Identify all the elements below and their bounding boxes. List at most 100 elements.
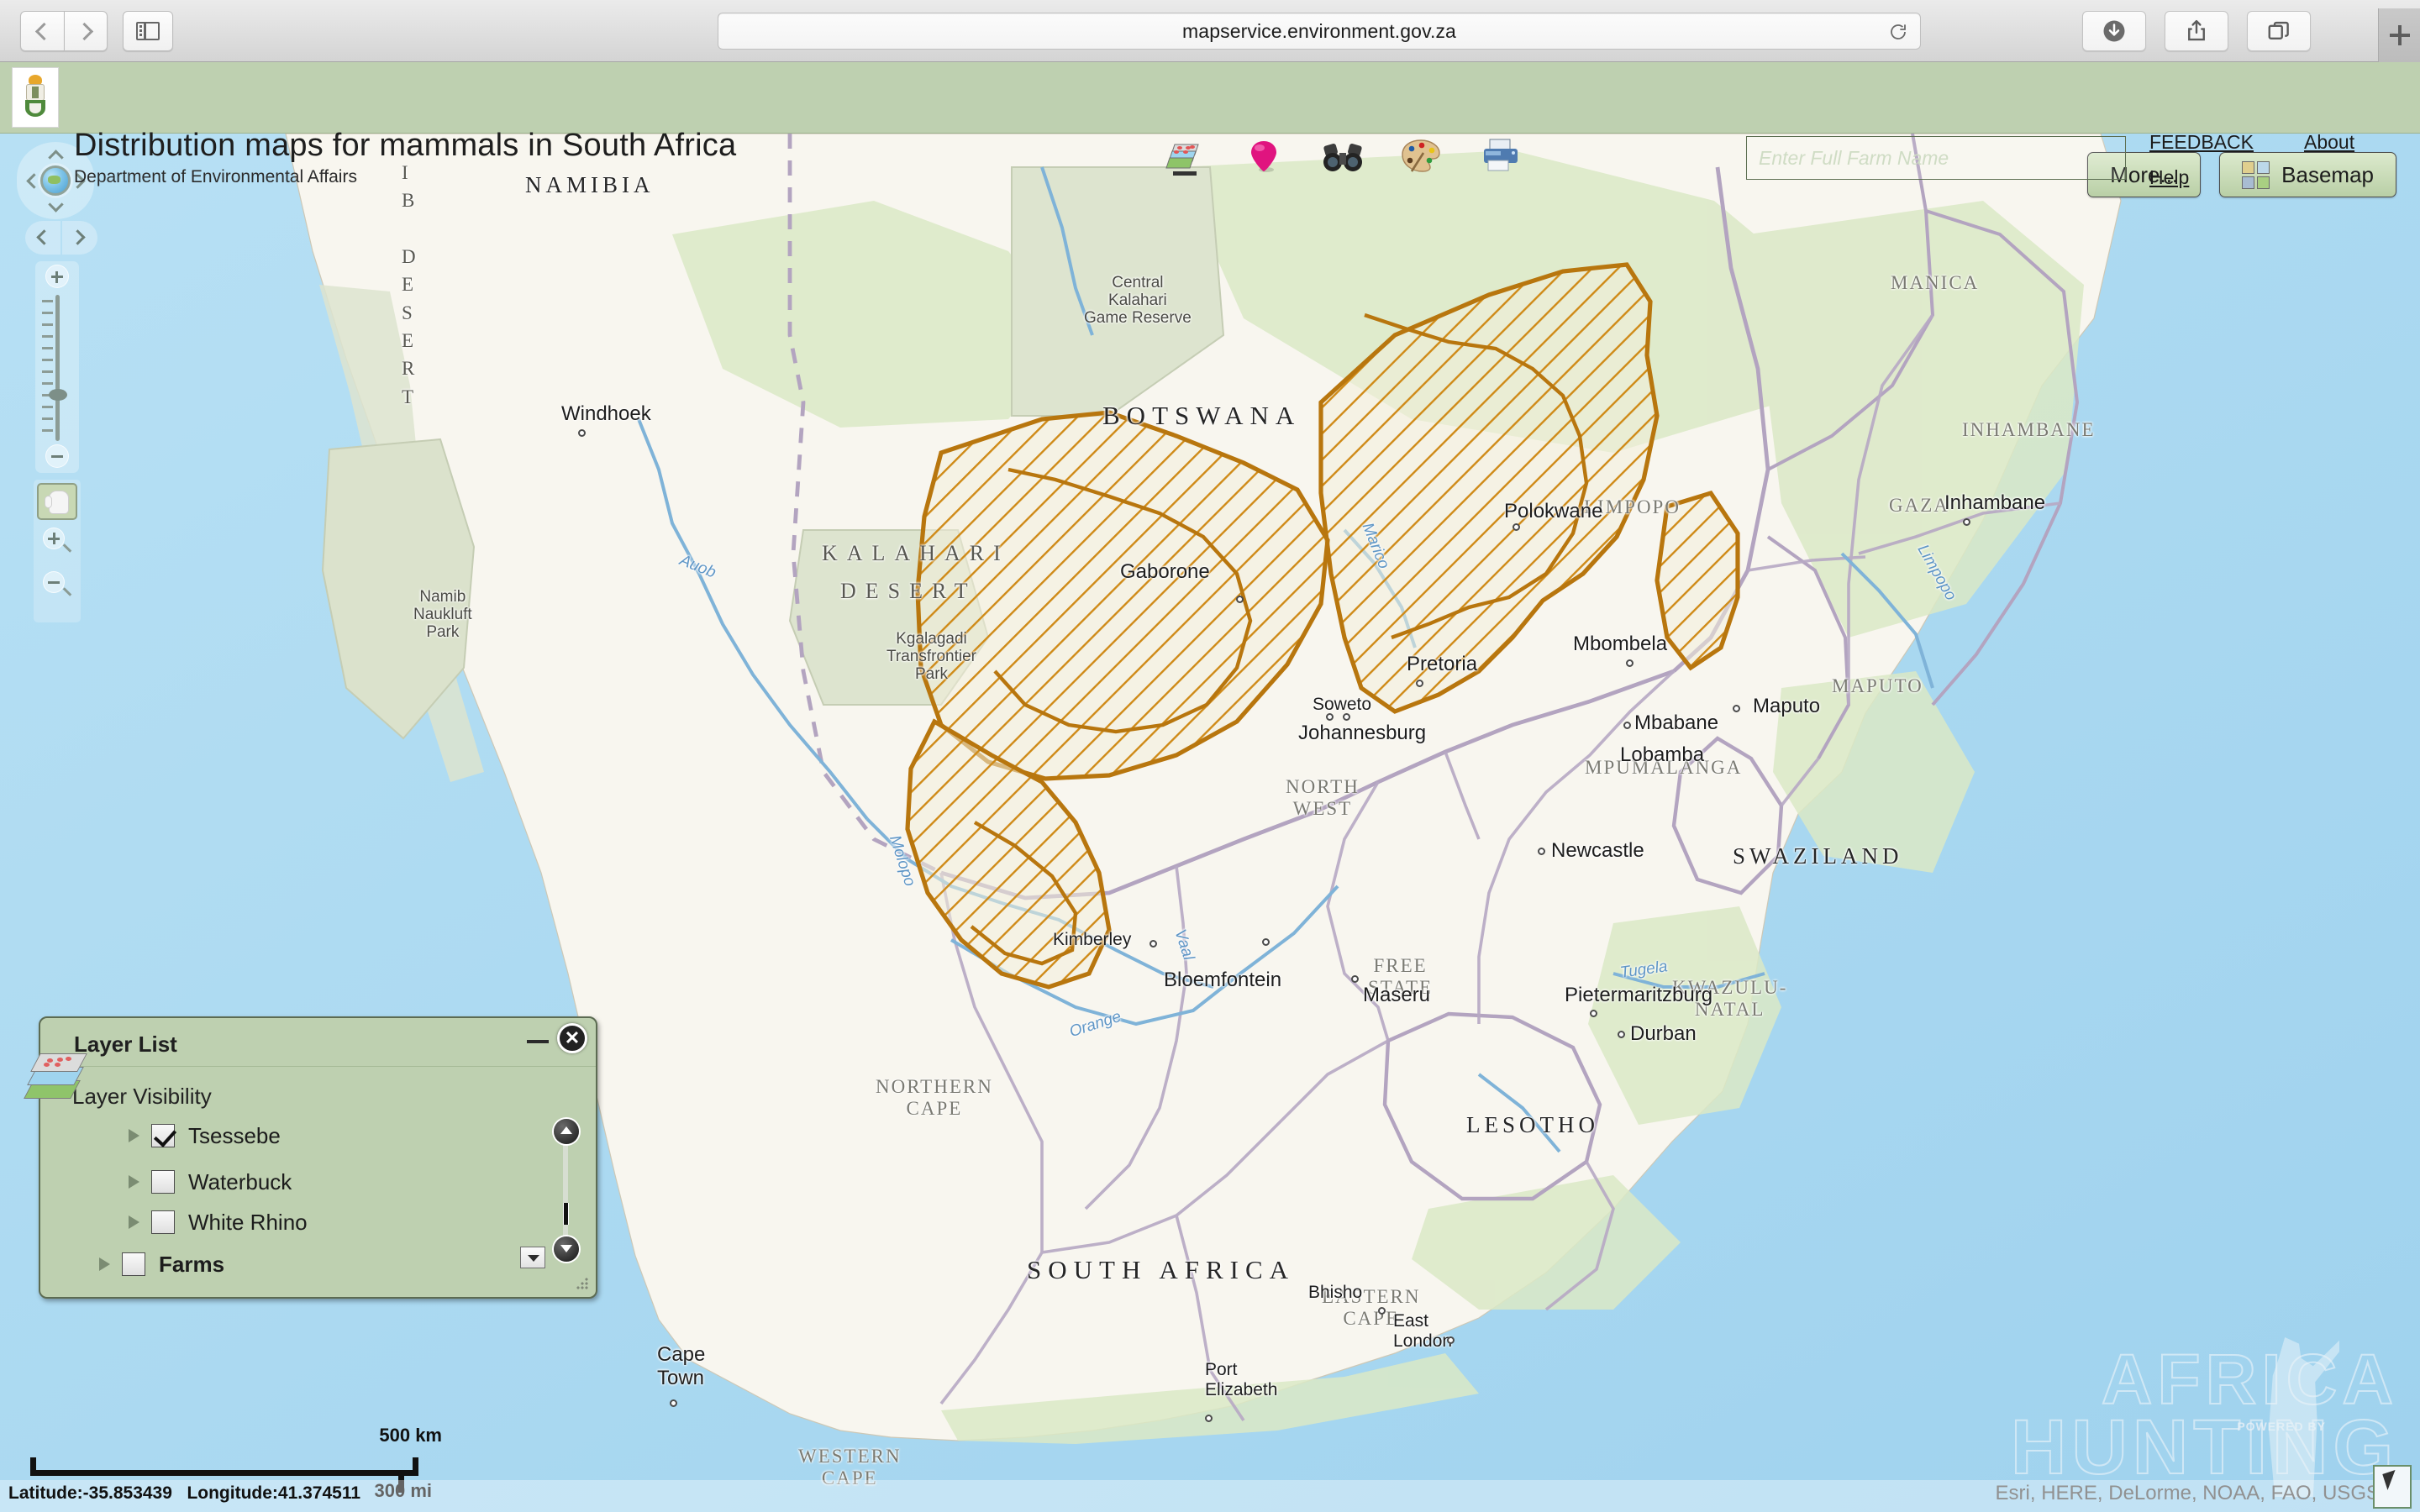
- layers-icon: [1165, 144, 1199, 176]
- header-toolbar: [1161, 134, 1524, 176]
- chevron-right-icon: [75, 22, 93, 40]
- panel-resize-handle[interactable]: [576, 1277, 589, 1290]
- downloads-button[interactable]: [2082, 11, 2146, 51]
- map-tool-stack: [34, 480, 81, 622]
- pan-left-icon[interactable]: [26, 173, 42, 189]
- pan-up-icon[interactable]: [48, 150, 64, 165]
- layer-list-scrollbar[interactable]: [554, 1119, 579, 1262]
- layer-row-waterbuck[interactable]: Waterbuck: [129, 1164, 292, 1200]
- next-extent-button[interactable]: [62, 221, 97, 255]
- chevron-left-icon: [34, 22, 54, 40]
- pan-tool-button[interactable]: [37, 483, 77, 520]
- city-dot-newcastle: [1538, 848, 1545, 855]
- expand-triangle-icon[interactable]: [129, 1215, 139, 1229]
- layer-row-white-rhino[interactable]: White Rhino: [129, 1205, 308, 1240]
- scale-km-label: 500 km: [379, 1425, 442, 1446]
- browser-forward-button[interactable]: [64, 11, 108, 51]
- zoom-slider[interactable]: [35, 261, 79, 473]
- coordinate-readout: Latitude:-35.853439 Longitude:41.374511: [8, 1483, 360, 1504]
- print-tool-button[interactable]: [1477, 134, 1524, 176]
- layer-visibility-label: Layer Visibility: [72, 1084, 212, 1109]
- layer-panel-header: Layer List ✕: [40, 1018, 596, 1067]
- mouse-cursor: [2373, 1465, 2412, 1509]
- scroll-thumb[interactable]: [563, 1203, 569, 1225]
- city-dot-kimberley: [1150, 940, 1157, 948]
- browser-sidebar-button[interactable]: [123, 11, 173, 51]
- zoom-out-button[interactable]: [45, 444, 69, 468]
- city-dot-mbabane: [1623, 722, 1631, 729]
- zoom-in-button[interactable]: [45, 265, 69, 288]
- zoom-thumb[interactable]: [49, 389, 67, 401]
- app-header: Distribution maps for mammals in South A…: [0, 62, 2420, 188]
- about-link[interactable]: About: [2304, 131, 2354, 154]
- printer-icon: [1484, 139, 1518, 171]
- palette-icon: [1402, 139, 1440, 172]
- city-dot-windhoek: [578, 429, 586, 437]
- layer-label-white-rhino: White Rhino: [188, 1209, 308, 1235]
- magnifier-minus-icon: [43, 571, 65, 593]
- expand-triangle-icon[interactable]: [99, 1257, 110, 1271]
- browser-back-button[interactable]: [20, 11, 64, 51]
- south-africa-coat-of-arms-icon: [12, 67, 59, 128]
- scroll-down-icon[interactable]: [554, 1236, 579, 1262]
- expand-triangle-icon[interactable]: [129, 1129, 139, 1142]
- feedback-link[interactable]: FEEDBACK: [2149, 131, 2254, 154]
- browser-chrome: mapservice.environment.gov.za: [0, 0, 2420, 62]
- layer-checkbox-farms[interactable]: [122, 1252, 145, 1276]
- layers-tool-button[interactable]: [1161, 134, 1208, 176]
- zoom-out-tool-button[interactable]: [40, 569, 74, 602]
- city-dot-mbombela: [1626, 659, 1634, 667]
- basemap-button[interactable]: Basemap: [2219, 152, 2396, 197]
- globe-icon[interactable]: [40, 165, 71, 196]
- address-bar[interactable]: mapservice.environment.gov.za: [718, 13, 1921, 50]
- layer-dropdown-button[interactable]: [520, 1247, 545, 1268]
- layer-list-panel[interactable]: Layer List ✕ Layer Visibility Tsessebe W…: [24, 1016, 597, 1299]
- sidebar-icon: [136, 22, 160, 40]
- city-dot-port-elizabeth: [1205, 1415, 1213, 1422]
- layer-checkbox-white-rhino[interactable]: [151, 1210, 175, 1234]
- marker-tool-button[interactable]: [1240, 134, 1287, 176]
- url-text: mapservice.environment.gov.za: [1182, 19, 1456, 42]
- close-icon[interactable]: ✕: [557, 1023, 587, 1053]
- download-icon: [2103, 20, 2125, 42]
- layer-row-farms[interactable]: Farms: [99, 1247, 224, 1282]
- map-viewport[interactable]: NAMIBIA BOTSWANA SOUTH AFRICA LESOTHO SW…: [0, 134, 2420, 1512]
- share-button[interactable]: [2165, 11, 2228, 51]
- farm-search-input[interactable]: [1746, 136, 2126, 180]
- new-tab-button[interactable]: [2378, 8, 2420, 62]
- layer-checkbox-tsessebe[interactable]: [151, 1124, 175, 1147]
- expand-triangle-icon[interactable]: [129, 1175, 139, 1189]
- pan-down-icon[interactable]: [48, 197, 64, 213]
- help-link[interactable]: Help: [2149, 166, 2189, 189]
- plus-icon: [2389, 25, 2410, 45]
- reload-icon[interactable]: [1888, 22, 1908, 42]
- map-pin-icon: [1251, 141, 1276, 172]
- share-icon: [2188, 19, 2205, 41]
- zoom-track[interactable]: [55, 295, 60, 441]
- city-dot-maseru: [1351, 975, 1359, 983]
- city-dot-east-london: [1447, 1336, 1455, 1344]
- tab-overview-button[interactable]: [2247, 11, 2311, 51]
- layer-panel-title: Layer List: [74, 1032, 177, 1057]
- status-bar: Latitude:-35.853439 Longitude:41.374511: [0, 1480, 2420, 1512]
- latitude-label: Latitude:-35.853439: [8, 1483, 172, 1503]
- city-dot-soweto: [1326, 713, 1334, 721]
- scale-bar-line: [30, 1457, 418, 1476]
- layer-row-tsessebe[interactable]: Tsessebe: [129, 1118, 281, 1153]
- search-tool-button[interactable]: [1319, 134, 1366, 176]
- tab-overview-icon: [2268, 21, 2289, 39]
- layer-checkbox-waterbuck[interactable]: [151, 1170, 175, 1194]
- layers-stack-icon: [24, 1052, 87, 1110]
- page-subtitle: Department of Environmental Affairs: [74, 167, 357, 186]
- draw-tool-button[interactable]: [1398, 134, 1445, 176]
- basemap-button-label: Basemap: [2281, 161, 2374, 187]
- magnifier-plus-icon: [43, 528, 65, 549]
- basemap-grid-icon: [2242, 160, 2270, 189]
- previous-extent-button[interactable]: [25, 221, 60, 255]
- city-dot-cape-town: [670, 1399, 677, 1407]
- map-navigation-controls: [10, 134, 111, 722]
- minimize-icon[interactable]: [527, 1040, 549, 1043]
- scroll-up-icon[interactable]: [554, 1119, 579, 1144]
- zoom-in-tool-button[interactable]: [40, 525, 74, 559]
- city-dot-maputo: [1733, 705, 1740, 712]
